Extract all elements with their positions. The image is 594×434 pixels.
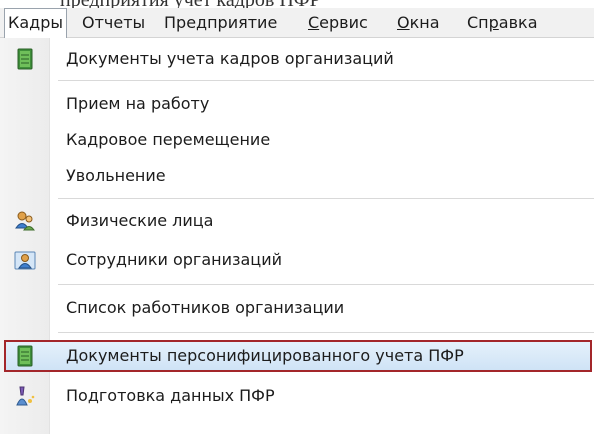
menu-item-label: Физические лица (66, 211, 214, 230)
menu-item-sotrudniki[interactable]: Сотрудники организаций (0, 244, 594, 276)
kadry-dropdown-menu: Документы учета кадров организаций Прием… (0, 38, 594, 434)
menu-servis[interactable]: Сервис (308, 8, 368, 38)
menu-item-podgotovka-pfr[interactable]: Подготовка данных ПФР (0, 380, 594, 412)
menu-kadry[interactable]: Кадры (4, 8, 68, 39)
menu-item-label: Документы персонифицированного учета ПФР (66, 346, 464, 365)
menu-item-uvolnenie[interactable]: Увольнение (0, 160, 594, 192)
employees-icon (14, 251, 36, 270)
separator (58, 198, 594, 199)
separator (58, 80, 594, 81)
menu-item-priem[interactable]: Прием на работу (0, 88, 594, 120)
menu-spravka[interactable]: Справка (467, 8, 538, 38)
separator (58, 284, 594, 285)
background-text-fragment: предприятия учет кадров ПФР (0, 0, 594, 8)
menu-item-label: Список работников организации (66, 298, 345, 317)
menu-item-dokumenty-pfr[interactable]: Документы персонифицированного учета ПФР (0, 340, 594, 372)
people-icon (15, 211, 35, 231)
menu-otchety[interactable]: Отчеты (82, 8, 145, 38)
menu-bar: Кадры Отчеты Предприятие Сервис Окна Спр… (0, 8, 594, 39)
menu-item-kadrovye-dokumenty[interactable]: Документы учета кадров организаций (0, 43, 594, 75)
menu-item-label: Сотрудники организаций (66, 250, 282, 269)
wizard-icon (16, 386, 35, 406)
menu-item-label: Подготовка данных ПФР (66, 386, 275, 405)
menu-item-spisok-rabotnikov[interactable]: Список работников организации (0, 292, 594, 324)
menu-predpriyatie[interactable]: Предприятие (164, 8, 277, 38)
menu-item-peremeshchenie[interactable]: Кадровое перемещение (0, 124, 594, 156)
menu-item-label: Увольнение (66, 166, 166, 185)
menu-item-label: Прием на работу (66, 94, 210, 113)
menu-item-label: Кадровое перемещение (66, 130, 271, 149)
separator (58, 332, 594, 333)
menu-item-label: Документы учета кадров организаций (66, 49, 394, 68)
menu-item-fizicheskie-litsa[interactable]: Физические лица (0, 205, 594, 237)
menu-okna[interactable]: Окна (397, 8, 440, 38)
green-document-icon (17, 345, 33, 367)
green-document-icon (17, 48, 33, 70)
